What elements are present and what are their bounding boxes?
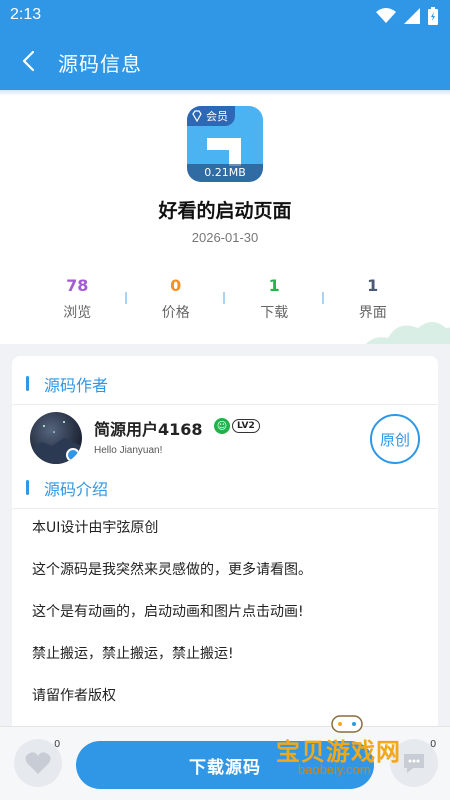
stat-label: 浏览 bbox=[63, 305, 92, 321]
stat-label: 价格 bbox=[161, 305, 190, 321]
app-bar: 源码信息 bbox=[0, 32, 450, 90]
author-section-header: 源码作者 bbox=[12, 366, 438, 400]
section-accent bbox=[26, 480, 29, 495]
intro-paragraph: 这个是有动画的，启动动画和图片点击动画! bbox=[32, 604, 304, 620]
stat-price: 0 价格 bbox=[127, 276, 225, 322]
stat-value: 1 bbox=[367, 276, 379, 295]
author-signature: Hello Jianyuan! bbox=[94, 445, 163, 456]
level-badge: ☺ LV2 bbox=[214, 418, 260, 434]
status-time: 2:13 bbox=[10, 6, 42, 23]
divider bbox=[12, 508, 438, 509]
source-date: 2026-01-30 bbox=[191, 230, 259, 245]
level-label: LV2 bbox=[232, 419, 260, 433]
author-name: 简源用户4168 bbox=[94, 420, 203, 439]
stat-label: 下载 bbox=[260, 305, 289, 321]
stat-value: 0 bbox=[170, 276, 182, 295]
stat-views: 78 浏览 bbox=[28, 276, 127, 322]
divider bbox=[12, 404, 438, 405]
intro-text: 本UI设计由宇弦原创 这个源码是我突然来灵感做的，更多请看图。 这个是有动画的，… bbox=[32, 518, 422, 728]
back-arrow-icon[interactable] bbox=[14, 46, 44, 76]
smile-icon: ☺ bbox=[214, 418, 230, 434]
author-row[interactable]: 简源用户4168 ☺ LV2 Hello Jianyuan! 原创 bbox=[12, 408, 438, 468]
signal-icon bbox=[404, 8, 420, 24]
wifi-icon bbox=[376, 8, 396, 23]
member-badge-label: 会员 bbox=[206, 110, 228, 123]
status-bar: 2:13 bbox=[0, 0, 450, 32]
stat-value: 78 bbox=[66, 276, 89, 295]
download-button[interactable]: 下载源码 bbox=[76, 741, 374, 789]
verified-badge bbox=[66, 448, 80, 462]
intro-paragraph: 这个源码是我突然来灵感做的，更多请看图。 bbox=[32, 562, 312, 578]
cloud-decoration bbox=[365, 322, 450, 344]
author-section-title: 源码作者 bbox=[44, 376, 109, 395]
source-app-icon[interactable]: 会员 0.21MB bbox=[187, 106, 263, 182]
chat-icon bbox=[404, 754, 424, 773]
file-size: 0.21MB bbox=[187, 164, 263, 182]
avatar[interactable] bbox=[30, 412, 82, 464]
page-title: 源码信息 bbox=[58, 52, 142, 76]
app-icon-glyph-stem bbox=[229, 138, 241, 166]
status-icons bbox=[376, 7, 438, 25]
bottom-action-bar: 0 下载源码 0 bbox=[0, 726, 450, 800]
diamond-icon bbox=[192, 110, 202, 122]
intro-section-title: 源码介绍 bbox=[44, 480, 109, 499]
stat-value: 1 bbox=[268, 276, 280, 295]
comment-count: 0 bbox=[430, 739, 437, 750]
detail-card: 源码作者 简源用户4168 ☺ LV2 Hello Jianyuan! 原创 源… bbox=[12, 356, 438, 736]
original-button[interactable]: 原创 bbox=[370, 414, 420, 464]
stat-downloads: 1 下载 bbox=[225, 276, 324, 322]
section-accent bbox=[26, 376, 29, 391]
intro-paragraph: 请留作者版权 bbox=[32, 688, 116, 704]
like-count: 0 bbox=[54, 739, 61, 750]
intro-section-header: 源码介绍 bbox=[12, 470, 438, 504]
source-title: 好看的启动页面 bbox=[158, 200, 292, 222]
battery-icon bbox=[428, 7, 438, 25]
intro-paragraph: 禁止搬运，禁止搬运，禁止搬运! bbox=[32, 646, 234, 662]
source-header: 会员 0.21MB 好看的启动页面 2026-01-30 78 浏览 0 价格 … bbox=[0, 96, 450, 344]
member-badge: 会员 bbox=[187, 106, 235, 126]
heart-icon bbox=[25, 752, 51, 774]
intro-paragraph: 本UI设计由宇弦原创 bbox=[32, 520, 159, 536]
